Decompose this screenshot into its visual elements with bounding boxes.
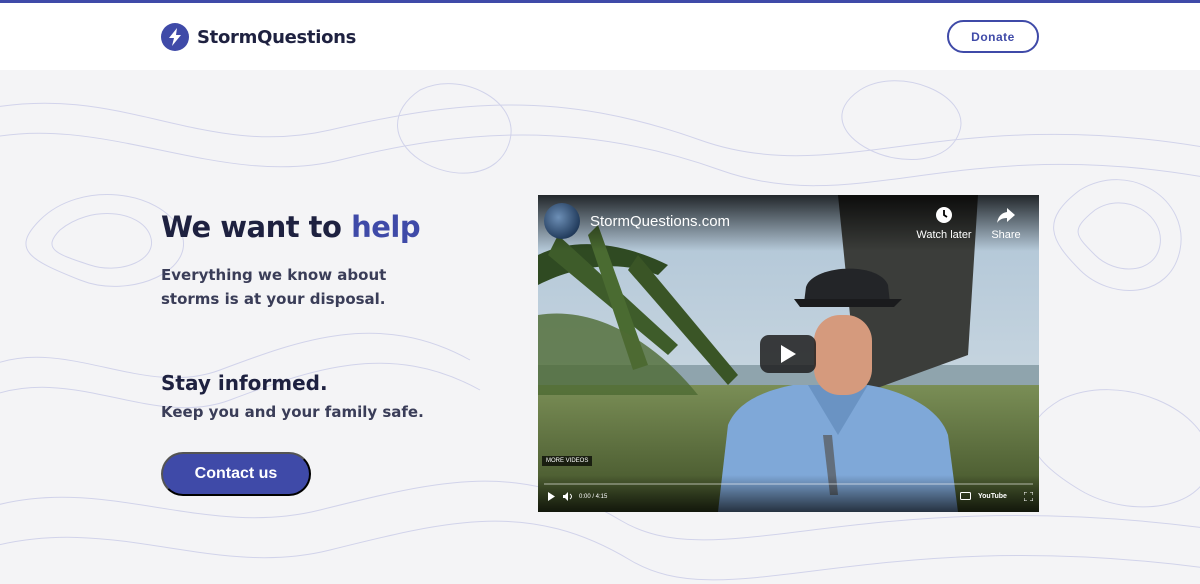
contact-us-button[interactable]: Contact us [161,452,311,496]
hero-heading: We want to help [161,210,421,244]
clock-icon [936,207,952,223]
progress-bar[interactable] [544,483,1033,485]
info-heading: Stay informed. [161,371,328,395]
control-row: 0:00 / 4:15 YouTube [538,489,1039,507]
brand-logo[interactable]: StormQuestions [161,20,356,54]
video-controls: 0:00 / 4:15 YouTube [538,475,1039,512]
play-small-icon[interactable] [547,492,555,501]
brand-name: StormQuestions [197,26,357,48]
captions-icon[interactable] [960,492,971,500]
info-subtitle: Keep you and your family safe. [161,403,424,421]
video-title[interactable]: StormQuestions.com [590,213,730,230]
share-button[interactable]: Share [984,205,1028,241]
hero-heading-main: We want to [161,210,352,244]
hero-heading-accent: help [351,210,421,244]
play-button[interactable] [760,335,816,373]
time-display: 0:00 / 4:15 [579,494,608,500]
video-player[interactable]: StormQuestions.com Watch later Share MOR… [538,195,1039,512]
donate-button[interactable]: Donate [947,20,1039,53]
watch-later-button[interactable]: Watch later [910,205,978,241]
play-icon [781,345,796,363]
watch-later-label: Watch later [916,229,972,241]
lightning-bolt-icon [161,23,189,51]
site-header: StormQuestions Donate [0,3,1200,70]
volume-icon[interactable] [563,492,573,501]
video-title-bar: StormQuestions.com Watch later Share [538,195,1039,251]
channel-avatar[interactable] [544,203,580,239]
hero-subtitle: Everything we know about storms is at yo… [161,266,387,308]
fullscreen-icon[interactable] [1024,492,1033,501]
share-label: Share [991,229,1021,241]
more-videos-label[interactable]: MORE VIDEOS [542,456,593,466]
share-arrow-icon [997,208,1015,223]
youtube-logo[interactable]: YouTube [978,493,1007,500]
